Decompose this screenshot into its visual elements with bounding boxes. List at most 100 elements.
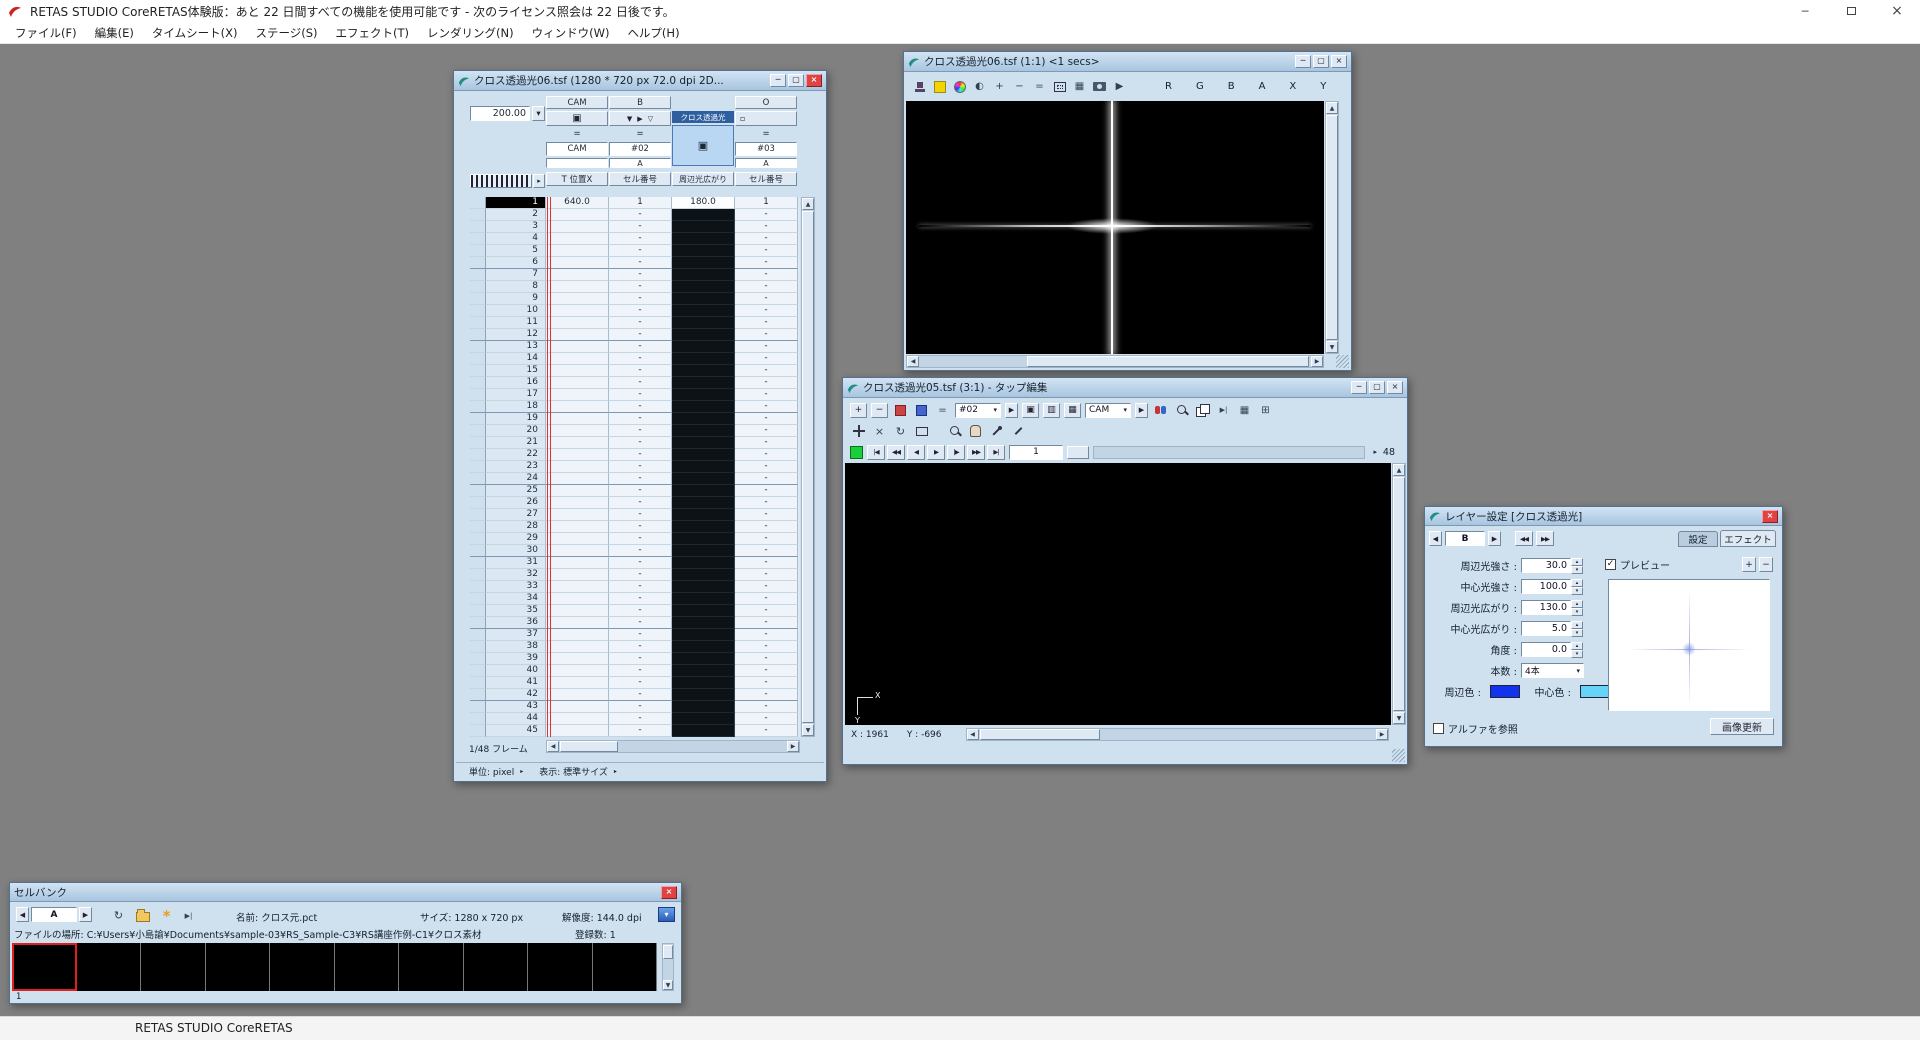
eyedropper-tool-icon[interactable]	[988, 423, 1005, 440]
cell-pos-x[interactable]	[546, 485, 609, 497]
cell-fx[interactable]	[672, 665, 735, 677]
scroll-thumb[interactable]	[560, 741, 618, 752]
cell-fx[interactable]	[672, 593, 735, 605]
prev-layer-button[interactable]: ◀	[1429, 531, 1442, 546]
spinner-up-icon[interactable]: ▴	[1571, 642, 1583, 650]
layer-view-icon[interactable]: ▣	[1022, 403, 1039, 418]
bank-cell-2[interactable]	[77, 943, 142, 991]
cell-fx[interactable]	[672, 293, 735, 305]
add-button[interactable]: +	[850, 403, 867, 418]
cam-param-button[interactable]: T 位置X	[546, 172, 608, 186]
cell-cel-b[interactable]: -	[609, 461, 672, 473]
view-menu-arrow-icon[interactable]: ▸	[614, 768, 617, 775]
ray-count-select[interactable]: 4本▾	[1521, 663, 1584, 678]
pen-tool-icon[interactable]	[1009, 423, 1026, 440]
field-input[interactable]: 0.0	[1521, 642, 1571, 657]
frame-number[interactable]: 2	[486, 209, 546, 221]
cel-color-icon[interactable]	[913, 402, 930, 419]
cell-fx[interactable]	[672, 281, 735, 293]
scroll-up-icon[interactable]: ▲	[1393, 464, 1405, 476]
spinner-up-icon[interactable]: ▴	[1571, 558, 1583, 566]
cell-cel-b[interactable]: -	[609, 653, 672, 665]
cell-cel-b[interactable]: -	[609, 257, 672, 269]
bank-cell-1[interactable]	[12, 943, 77, 991]
cell-cel-b[interactable]: -	[609, 713, 672, 725]
cell-cel-o[interactable]: -	[735, 281, 798, 293]
scroll-thumb[interactable]	[802, 211, 814, 723]
cell-fx[interactable]: 180.0	[672, 197, 735, 209]
onion-skin-icon[interactable]	[1152, 402, 1169, 419]
cell-pos-x[interactable]	[546, 581, 609, 593]
cell-fx[interactable]	[672, 473, 735, 485]
spinner-up-icon[interactable]: ▴	[1571, 621, 1583, 629]
cell-cel-b[interactable]: -	[609, 401, 672, 413]
cell-pos-x[interactable]	[546, 473, 609, 485]
stamp-icon[interactable]	[911, 78, 928, 95]
resize-grip[interactable]	[1336, 355, 1349, 368]
cell-cel-o[interactable]: -	[735, 605, 798, 617]
scroll-right-icon[interactable]: ▶	[787, 741, 799, 752]
cell-fx[interactable]	[672, 365, 735, 377]
cell-cel-b[interactable]: -	[609, 341, 672, 353]
field-input[interactable]: 30.0	[1521, 558, 1571, 573]
cell-cel-o[interactable]: -	[735, 269, 798, 281]
cell-pos-x[interactable]	[546, 413, 609, 425]
cell-fx[interactable]	[672, 533, 735, 545]
app-minimize-button[interactable]: ─	[1782, 0, 1828, 22]
maximize-button[interactable]: ▢	[1313, 55, 1329, 68]
cell-cel-b[interactable]: -	[609, 473, 672, 485]
cell-cel-b[interactable]: -	[609, 497, 672, 509]
cell-cel-o[interactable]: -	[735, 545, 798, 557]
scroll-thumb[interactable]	[1027, 356, 1309, 367]
cell-fx[interactable]	[672, 317, 735, 329]
expand-icon[interactable]: ▶	[637, 115, 642, 123]
cell-pos-x[interactable]	[546, 461, 609, 473]
o-column-header[interactable]: O	[735, 96, 797, 109]
cell-cel-o[interactable]: -	[735, 437, 798, 449]
tap-canvas[interactable]: X Y	[845, 463, 1391, 725]
cell-cel-b[interactable]: -	[609, 317, 672, 329]
field-spinner[interactable]: ▴▾	[1571, 600, 1583, 615]
cell-pos-x[interactable]	[546, 245, 609, 257]
cell-cel-o[interactable]: -	[735, 389, 798, 401]
next-bank-button[interactable]: ▶	[79, 907, 92, 922]
bank-cell-10[interactable]	[593, 943, 658, 991]
maximize-button[interactable]: ▢	[1369, 381, 1385, 394]
layer-settings-title-bar[interactable]: レイヤー設定 [クロス透過光] ×	[1425, 507, 1782, 526]
cell-fx[interactable]	[672, 353, 735, 365]
timesheet-vscrollbar[interactable]: ▲ ▼	[801, 197, 815, 737]
preview-vscrollbar[interactable]: ▲ ▼	[1325, 101, 1339, 354]
cell-fx[interactable]	[672, 557, 735, 569]
cell-cel-o[interactable]: -	[735, 257, 798, 269]
frame-number[interactable]: 24	[486, 473, 546, 485]
cell-cel-o[interactable]: -	[735, 713, 798, 725]
frame-number[interactable]: 28	[486, 521, 546, 533]
cell-cel-b[interactable]: -	[609, 449, 672, 461]
bank-cell-8[interactable]	[464, 943, 529, 991]
cell-cel-o[interactable]: -	[735, 317, 798, 329]
layer-select[interactable]: B	[1445, 531, 1485, 546]
frame-number[interactable]: 6	[486, 257, 546, 269]
cell-cel-o[interactable]: -	[735, 401, 798, 413]
menu-item-8[interactable]: ヘルプ(H)	[618, 22, 688, 44]
cam-name-box[interactable]: CAM	[546, 142, 608, 156]
scroll-thumb[interactable]	[980, 729, 1100, 740]
cell-cel-b[interactable]: -	[609, 425, 672, 437]
cell-cel-b[interactable]: -	[609, 281, 672, 293]
b-sub-box[interactable]: A	[609, 158, 671, 168]
cell-cel-b[interactable]: -	[609, 725, 672, 737]
cell-cel-o[interactable]: -	[735, 425, 798, 437]
preview-zoom-in-button[interactable]: +	[1742, 557, 1756, 572]
cell-pos-x[interactable]	[546, 269, 609, 281]
cell-fx[interactable]	[672, 401, 735, 413]
cell-cel-o[interactable]: -	[735, 377, 798, 389]
scroll-down-icon[interactable]: ▼	[1326, 341, 1338, 353]
cell-cel-b[interactable]: -	[609, 605, 672, 617]
preview-checkbox[interactable]: ✓	[1605, 559, 1616, 570]
scroll-thumb[interactable]	[663, 945, 673, 959]
close-button[interactable]: ×	[1762, 510, 1778, 523]
cell-pos-x[interactable]	[546, 557, 609, 569]
transport-button-6[interactable]: ▶▶	[967, 445, 985, 460]
cell-pos-x[interactable]	[546, 281, 609, 293]
cell-pos-x[interactable]	[546, 545, 609, 557]
